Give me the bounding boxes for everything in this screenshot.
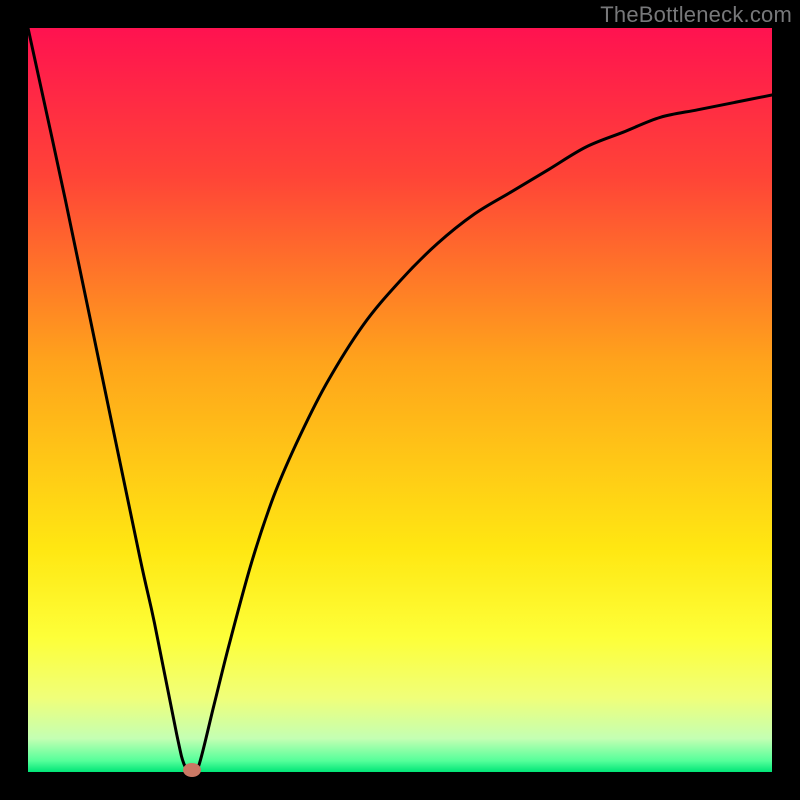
bottleneck-curve <box>28 28 772 772</box>
bottleneck-chart: TheBottleneck.com <box>0 0 800 800</box>
attribution-label: TheBottleneck.com <box>600 2 792 28</box>
curve-minimum-marker <box>183 763 201 777</box>
plot-area <box>28 28 772 772</box>
